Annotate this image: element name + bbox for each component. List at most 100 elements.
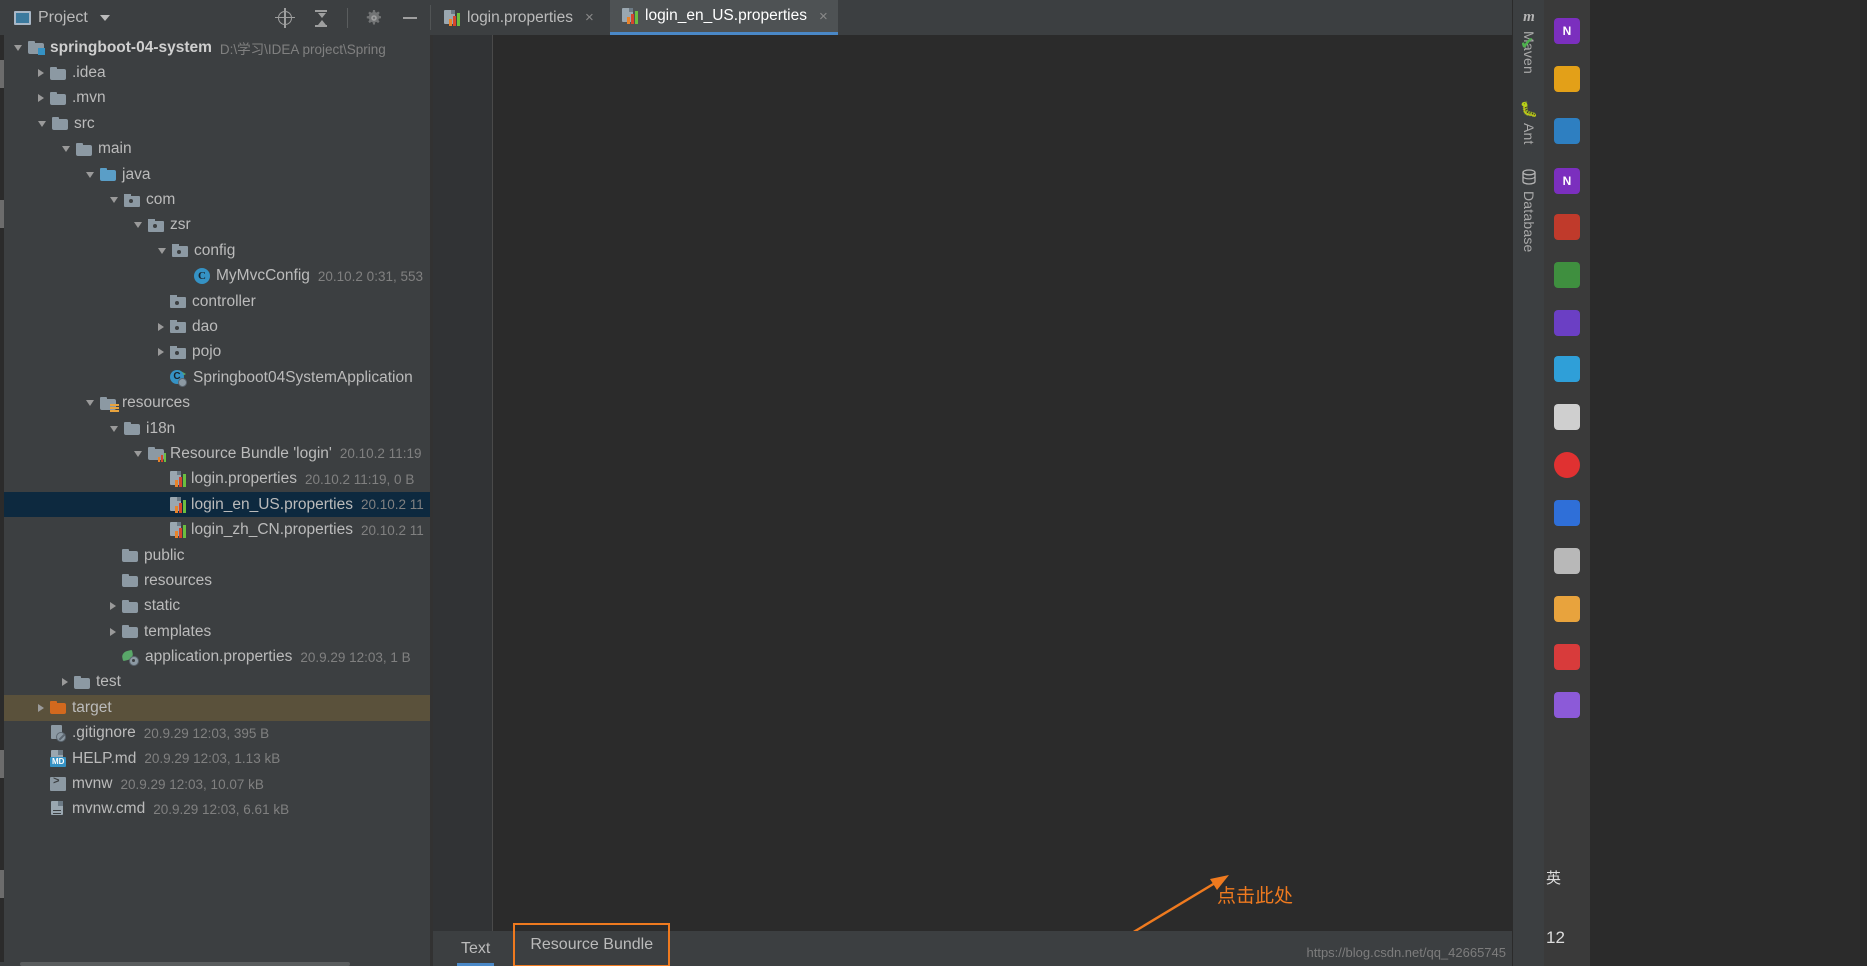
- tree-row-label: application.properties: [145, 648, 293, 666]
- tree-row[interactable]: static: [0, 594, 430, 619]
- tray-icon-app-1[interactable]: N: [1554, 18, 1580, 44]
- tree-row[interactable]: pojo: [0, 340, 430, 365]
- tree-row[interactable]: templates: [0, 619, 430, 644]
- tree-row[interactable]: springboot-04-system D:\学习\IDEA project\S…: [0, 35, 430, 60]
- tree-row[interactable]: zsr: [0, 213, 430, 238]
- tray-icon-app-15[interactable]: [1554, 692, 1580, 718]
- tool-button-database[interactable]: Database: [1513, 168, 1545, 253]
- tree-row[interactable]: .idea: [0, 60, 430, 85]
- close-icon[interactable]: ×: [585, 10, 594, 25]
- tab-text[interactable]: Text: [445, 931, 506, 966]
- tray-icon-app-3[interactable]: [1554, 118, 1580, 144]
- tree-row[interactable]: C Springboot04SystemApplication: [0, 365, 430, 390]
- tray-icon-app-14[interactable]: [1554, 644, 1580, 670]
- tray-icon-app-5[interactable]: [1554, 214, 1580, 240]
- taskbar-clock[interactable]: 12: [1546, 928, 1565, 948]
- tray-icon-app-12[interactable]: [1554, 548, 1580, 574]
- tree-row-label: test: [96, 673, 121, 691]
- tree-row-icon: [166, 244, 188, 258]
- folder-icon: [122, 574, 138, 588]
- chevron-down-icon[interactable]: [134, 450, 142, 457]
- editor-tab-login-en-US-properties[interactable]: login_en_US.properties ×: [610, 0, 838, 35]
- tree-row-label: java: [122, 165, 151, 183]
- tree-row[interactable]: login.properties 20.10.2 11:19, 0 B: [0, 467, 430, 492]
- tree-row[interactable]: mvnw.cmd 20.9.29 12:03, 6.61 kB: [0, 797, 430, 822]
- package-icon: [124, 193, 140, 207]
- tree-row-label: src: [74, 114, 95, 132]
- editor-area: 点击此处 Text Resource Bundle https://blog.c…: [433, 35, 1512, 966]
- project-tool-window-selector[interactable]: Project: [0, 9, 110, 27]
- chevron-down-icon[interactable]: [14, 44, 22, 51]
- tab-resource-bundle[interactable]: Resource Bundle: [513, 923, 671, 966]
- chevron-down-icon[interactable]: [38, 120, 46, 127]
- tree-row-icon: [116, 649, 139, 667]
- tree-row[interactable]: .mvn: [0, 86, 430, 111]
- tree-row[interactable]: src: [0, 111, 430, 136]
- collapse-all-icon[interactable]: [311, 8, 331, 28]
- tree-row[interactable]: target: [0, 695, 430, 721]
- properties-file-icon: [170, 496, 186, 513]
- tree-row-icon: [118, 193, 140, 207]
- chevron-down-icon[interactable]: [86, 400, 94, 407]
- tree-row[interactable]: main: [0, 137, 430, 162]
- tree-row-label: public: [144, 546, 185, 564]
- tree-row-label: mvnw: [72, 775, 113, 793]
- tree-row[interactable]: resources: [0, 568, 430, 593]
- tree-row[interactable]: controller: [0, 289, 430, 314]
- tray-icon-app-4[interactable]: N: [1554, 168, 1580, 194]
- tray-icon-app-8[interactable]: [1554, 356, 1580, 382]
- tray-icon-app-13[interactable]: [1554, 596, 1580, 622]
- springboot-app-icon: C: [170, 369, 187, 387]
- tool-button-ant[interactable]: 🐛 Ant: [1513, 100, 1545, 145]
- close-icon[interactable]: ×: [819, 9, 828, 24]
- chevron-down-icon[interactable]: [99, 14, 110, 21]
- settings-gear-icon[interactable]: [364, 8, 384, 28]
- annotation-label: 点击此处: [1217, 885, 1294, 907]
- tray-icon-app-2[interactable]: [1554, 66, 1580, 92]
- locate-icon[interactable]: [275, 7, 295, 28]
- tree-row[interactable]: test: [0, 670, 430, 695]
- editor-tab-login-properties[interactable]: login.properties ×: [432, 0, 604, 35]
- tray-icon-app-7[interactable]: [1554, 310, 1580, 336]
- tray-icon-app-10[interactable]: [1554, 452, 1580, 478]
- editor-canvas[interactable]: [493, 35, 1512, 931]
- tree-row[interactable]: config: [0, 238, 430, 263]
- properties-file-icon: [170, 522, 186, 539]
- tree-row-label: resources: [122, 394, 191, 412]
- tree-row[interactable]: application.properties 20.9.29 12:03, 1 B: [0, 644, 430, 669]
- folder-icon: [124, 422, 140, 436]
- minimize-icon[interactable]: [400, 8, 420, 28]
- tree-row[interactable]: i18n: [0, 416, 430, 441]
- chevron-down-icon[interactable]: [110, 425, 118, 432]
- chevron-down-icon[interactable]: [86, 171, 94, 178]
- tree-row-label: config: [194, 241, 236, 259]
- tray-icon-app-11[interactable]: [1554, 500, 1580, 526]
- tree-row[interactable]: com: [0, 187, 430, 212]
- chevron-down-icon[interactable]: [62, 146, 70, 153]
- chevron-down-icon[interactable]: [158, 247, 166, 254]
- tree-row[interactable]: login_zh_CN.properties 20.10.2 11: [0, 517, 430, 542]
- tree-row[interactable]: dao: [0, 314, 430, 339]
- scrollbar-thumb[interactable]: [20, 962, 350, 966]
- ime-indicator[interactable]: 英: [1546, 867, 1561, 888]
- tree-row[interactable]: mvnw 20.9.29 12:03, 10.07 kB: [0, 771, 430, 796]
- tree-row[interactable]: MD HELP.md 20.9.29 12:03, 1.13 kB: [0, 746, 430, 771]
- tree-row[interactable]: java: [0, 162, 430, 187]
- tree-row[interactable]: Resource Bundle 'login' 20.10.2 11:19: [0, 441, 430, 466]
- tree-row[interactable]: login_en_US.properties 20.10.2 11: [0, 492, 430, 518]
- chevron-down-icon[interactable]: [110, 197, 118, 204]
- project-tree[interactable]: springboot-04-system D:\学习\IDEA project\S…: [0, 35, 430, 966]
- markdown-file-icon: MD: [50, 750, 67, 768]
- ide-window: Project login.properties × login_en_US.p…: [0, 0, 1545, 966]
- chevron-down-icon[interactable]: [134, 222, 142, 229]
- editor-tab-label: login_en_US.properties: [645, 7, 807, 24]
- tree-row[interactable]: C MyMvcConfig 20.10.2 0:31, 553: [0, 264, 430, 289]
- tray-icon-app-9[interactable]: [1554, 404, 1580, 430]
- editor-tab-bar: login.properties × login_en_US.propertie…: [430, 0, 1544, 35]
- tree-row[interactable]: public: [0, 543, 430, 568]
- tree-row[interactable]: resources: [0, 390, 430, 415]
- inspection-status-icon[interactable]: ✔: [1520, 34, 1534, 54]
- tray-icon-app-6[interactable]: [1554, 262, 1580, 288]
- tree-horizontal-scrollbar[interactable]: [0, 962, 430, 966]
- tree-row[interactable]: .gitignore 20.9.29 12:03, 395 B: [0, 721, 430, 746]
